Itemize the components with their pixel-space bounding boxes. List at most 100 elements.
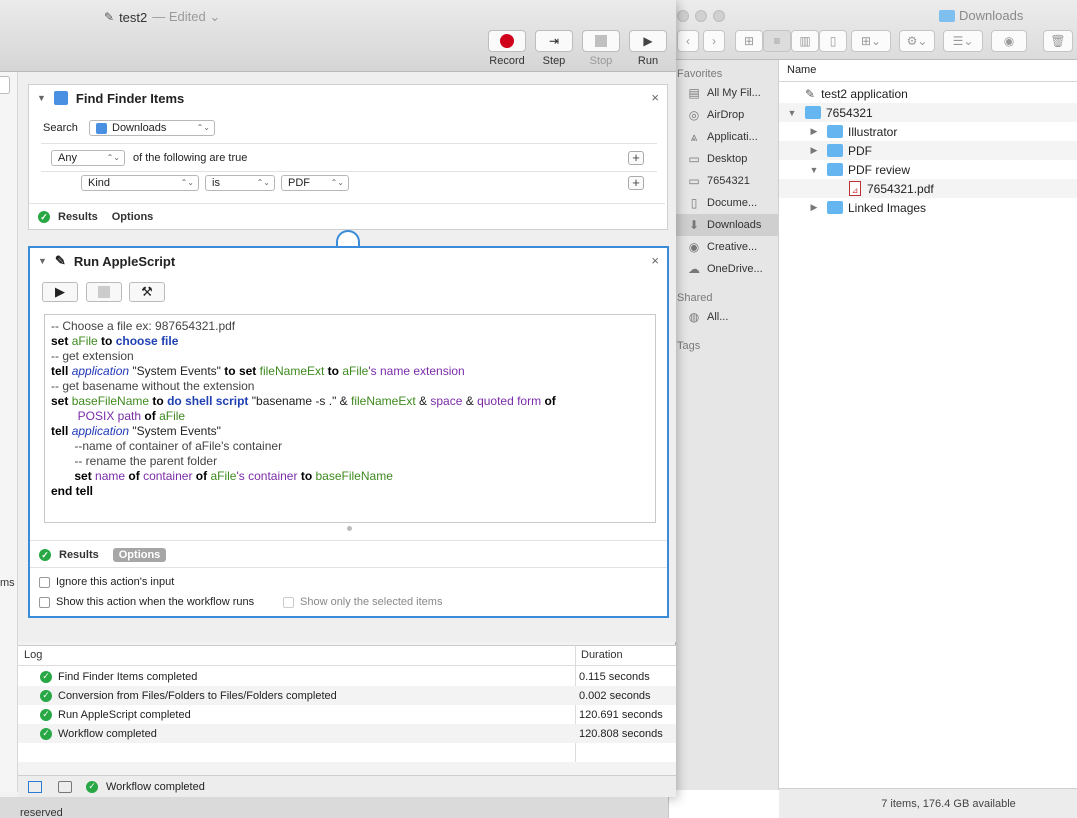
sidebar-item[interactable]: ⩓ Applicati... [669,126,779,148]
file-row[interactable]: ▼ PDF review [779,160,1077,179]
sidebar-item[interactable]: ◍ All... [669,306,779,328]
file-name: 7654321.pdf [867,181,934,196]
run-script-button[interactable]: ▶ [42,282,78,302]
log-row[interactable]: ✓ Conversion from Files/Folders to Files/… [18,686,676,705]
search-location-popup[interactable]: Downloads ⌃⌄ [89,120,215,136]
popup-chevron-icon: ⌃⌄ [330,178,344,187]
show-when-runs-checkbox[interactable]: Show this action when the workflow runs [39,596,254,608]
operator-popup[interactable]: is ⌃⌄ [205,175,275,191]
run-button[interactable]: ▶ Run [628,30,668,67]
icon-view-button[interactable]: ⊞ [735,30,763,52]
cloud-icon: ☁ [688,262,700,276]
document-title: ✎ test2 — Edited ⌄ [104,9,221,25]
file-row[interactable]: ▶ Illustrator [779,122,1077,141]
disclosure-triangle-icon[interactable]: ▶ [809,202,819,213]
zoom-window-button[interactable] [713,10,725,22]
success-check-icon: ✓ [39,549,51,561]
sidebar-item[interactable]: ▭ 7654321 [669,170,779,192]
disclosure-triangle-icon[interactable]: ▼ [809,165,819,175]
pdf-file-icon: ⊿ [849,181,861,196]
collapse-triangle-icon[interactable]: ▼ [37,93,46,103]
sidebar-item[interactable]: ▭ Desktop [669,148,779,170]
list-view-button[interactable]: ≡ [763,30,791,52]
sidebar-item[interactable]: ▤ All My Fil... [669,82,779,104]
forward-button[interactable]: › [703,30,725,52]
step-button[interactable]: ⇥ Step [534,30,574,67]
kind-popup[interactable]: Kind ⌃⌄ [81,175,199,191]
workflow-area: ▼ Find Finder Items × Search Downloads ⌃… [18,72,676,642]
compile-script-button[interactable]: ⚒ [129,282,165,302]
log-row[interactable]: ✓ Run AppleScript completed 120.691 second… [18,705,676,724]
variables-view-icon[interactable] [58,780,72,793]
file-row[interactable]: ⊿ 7654321.pdf [779,179,1077,198]
show-selected-items-checkbox[interactable]: Show only the selected items [283,596,442,608]
sidebar-item-label: All... [707,311,729,323]
creative-cloud-icon: ◉ [688,240,700,254]
run-applescript-action: ▼ ✎ Run AppleScript × ▶ ⚒ -- Choose a fi… [28,246,669,618]
arrange-button[interactable]: ⊞⌄ [851,30,891,52]
any-all-popup[interactable]: Any ⌃⌄ [51,150,125,166]
disclosure-triangle-icon[interactable]: ▶ [809,145,819,156]
condition-text: of the following are true [133,152,248,164]
kind-value-popup[interactable]: PDF ⌃⌄ [281,175,349,191]
file-row[interactable]: ✎ test2 application [779,84,1077,103]
sort-button[interactable]: ☰⌄ [943,30,983,52]
action-button[interactable]: ⚙⌄ [899,30,935,52]
results-tab[interactable]: Results [59,549,99,561]
log-message: Conversion from Files/Folders to Files/F… [58,689,337,702]
disclosure-triangle-icon[interactable]: ▼ [787,108,797,118]
folder-icon [805,106,821,119]
column-header-name[interactable]: Name [779,60,1077,82]
options-tab[interactable]: Options [112,548,167,562]
remove-action-button[interactable]: × [651,253,659,268]
airdrop-icon: ◎ [688,108,700,122]
duration-column-header[interactable]: Duration [575,646,676,666]
stop-script-button[interactable] [86,282,122,302]
back-button[interactable]: ‹ [677,30,699,52]
sidebar-item[interactable]: ▯ Docume... [669,192,779,214]
trash-button[interactable]: 🗑 [1043,30,1073,52]
collapse-triangle-icon[interactable]: ▼ [38,256,47,266]
eye-icon: ◉ [1003,34,1015,48]
sidebar-item[interactable]: ◉ Creative... [669,236,779,258]
sidebar-item[interactable]: ⬇ Downloads [669,214,779,236]
add-subcondition-button[interactable]: + [628,176,644,190]
file-name: 7654321 [826,105,873,120]
log-column-header[interactable]: Log [18,646,575,666]
log-row[interactable]: ✓ Find Finder Items completed 0.115 second… [18,667,676,686]
chevron-right-icon: › [712,34,716,48]
script-editor[interactable]: -- Choose a file ex: 987654321.pdf set a… [44,314,656,523]
file-row[interactable]: ▶ PDF [779,141,1077,160]
sidebar-item[interactable]: ◎ AirDrop [669,104,779,126]
file-row[interactable]: ▶ Linked Images [779,198,1077,217]
application-icon: ✎ [805,86,816,101]
column-view-button[interactable]: ▥ [791,30,819,52]
close-window-button[interactable] [677,10,689,22]
log-duration: 120.808 seconds [579,727,663,740]
results-tab[interactable]: Results [58,211,98,223]
minimize-window-button[interactable] [695,10,707,22]
log-view-icon[interactable] [28,780,42,793]
tags-heading: Tags [677,340,701,352]
document-icon: ✎ [104,10,115,24]
resize-handle[interactable] [347,526,352,531]
options-tab[interactable]: Options [112,211,154,223]
disclosure-triangle-icon[interactable]: ▶ [809,126,819,137]
quicklook-button[interactable]: ◉ [991,30,1027,52]
library-search-field[interactable] [0,76,10,94]
downloads-folder-icon [939,9,955,22]
success-check-icon: ✓ [38,211,50,223]
file-row[interactable]: ▼ 7654321 [779,103,1077,122]
record-button[interactable]: Record [487,30,527,67]
remove-action-button[interactable]: × [651,90,659,105]
log-table: Log Duration ✓ Find Finder Items complete… [18,645,676,781]
stop-button[interactable]: Stop [581,30,621,67]
coverflow-view-button[interactable]: ▯ [819,30,847,52]
add-condition-button[interactable]: + [628,151,644,165]
log-row[interactable]: ✓ Workflow completed 120.808 seconds [18,724,676,743]
sidebar-item[interactable]: ☁ OneDrive... [669,258,779,280]
sidebar-item-label: All My Fil... [707,87,761,99]
ignore-input-checkbox[interactable]: Ignore this action's input [39,576,174,588]
action-header: ▼ Find Finder Items [37,90,185,106]
finder-status-bar: 7 items, 176.4 GB available [779,788,1077,818]
